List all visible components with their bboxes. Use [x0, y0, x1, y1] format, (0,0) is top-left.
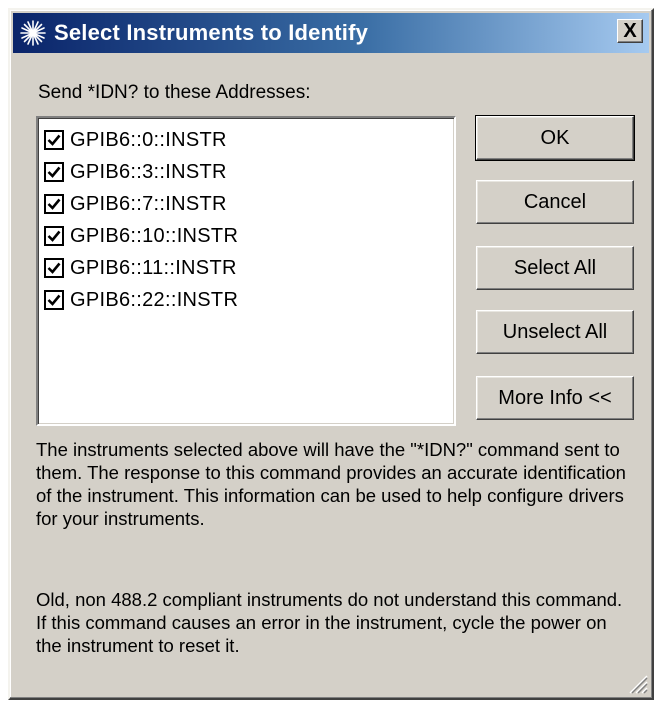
address-label: GPIB6::10::INSTR [70, 224, 239, 247]
info-paragraph-idn: The instruments selected above will have… [36, 439, 626, 529]
address-checkbox[interactable] [44, 194, 64, 214]
addresses-prompt: Send *IDN? to these Addresses: [38, 82, 311, 103]
title-bar[interactable]: Select Instruments to Identify X [13, 13, 649, 53]
unselect-all-button[interactable]: Unselect All [476, 310, 634, 354]
ok-button[interactable]: OK [475, 115, 635, 161]
close-button[interactable]: X [617, 19, 643, 43]
dialog-window: Select Instruments to Identify X Send *I… [8, 8, 654, 700]
list-item[interactable]: GPIB6::22::INSTR [38, 284, 454, 316]
address-label: GPIB6::7::INSTR [70, 192, 227, 215]
address-checkbox[interactable] [44, 290, 64, 310]
address-label: GPIB6::3::INSTR [70, 160, 227, 183]
list-item[interactable]: GPIB6::3::INSTR [38, 156, 454, 188]
info-paragraph-legacy: Old, non 488.2 compliant instruments do … [36, 589, 623, 656]
agilent-spark-icon [20, 20, 46, 46]
address-listbox[interactable]: GPIB6::0::INSTR GPIB6::3::INSTR GPIB6::7… [36, 116, 456, 426]
address-checkbox[interactable] [44, 226, 64, 246]
close-icon: X [623, 20, 637, 42]
list-item[interactable]: GPIB6::11::INSTR [38, 252, 454, 284]
checkmark-icon [47, 166, 61, 178]
window-title: Select Instruments to Identify [54, 20, 369, 45]
address-checkbox[interactable] [44, 130, 64, 150]
list-item[interactable]: GPIB6::0::INSTR [38, 124, 454, 156]
checkmark-icon [47, 198, 61, 210]
resize-grip-icon[interactable] [626, 672, 648, 694]
address-checkbox[interactable] [44, 162, 64, 182]
checkmark-icon [47, 262, 61, 274]
checkmark-icon [47, 230, 61, 242]
address-label: GPIB6::0::INSTR [70, 128, 227, 151]
cancel-button[interactable]: Cancel [476, 180, 634, 224]
checkmark-icon [47, 294, 61, 306]
more-info-button[interactable]: More Info << [476, 376, 634, 420]
address-label: GPIB6::22::INSTR [70, 288, 239, 311]
address-checkbox[interactable] [44, 258, 64, 278]
address-label: GPIB6::11::INSTR [70, 256, 237, 279]
list-item[interactable]: GPIB6::7::INSTR [38, 188, 454, 220]
select-all-button[interactable]: Select All [476, 246, 634, 290]
list-item[interactable]: GPIB6::10::INSTR [38, 220, 454, 252]
checkmark-icon [47, 134, 61, 146]
